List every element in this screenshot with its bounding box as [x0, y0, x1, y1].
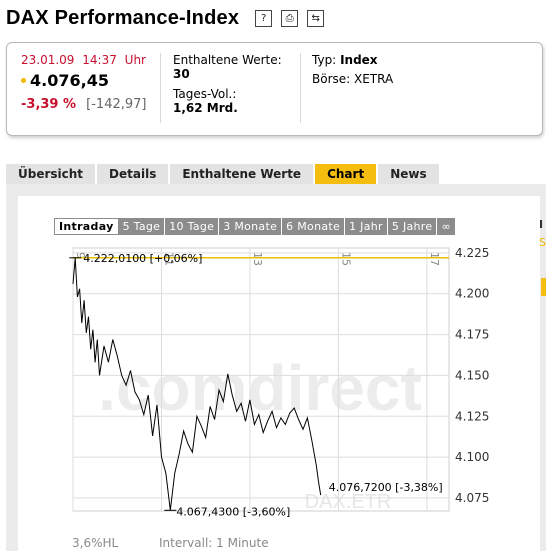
chart-zoom-label: 3,6%HL [72, 536, 119, 550]
y-tick-label: 4.150 [455, 368, 489, 382]
y-tick-label: 4.125 [455, 409, 489, 423]
x-tick-label: 13 [251, 252, 264, 266]
x-tick-label: 15 [339, 252, 352, 266]
high-annotation: 4.222,0100 [+0,06%] [83, 252, 202, 265]
y-tick-label: 4.075 [455, 491, 489, 505]
low-annotation: 4.067,4300 [-3,60%] [176, 505, 290, 518]
intraday-chart: .comdirect DAX.ETR 9 11 13 15 17 4.2254.2004… [69, 246, 489, 518]
chart-interval-label: Intervall: 1 Minute [159, 536, 269, 550]
last-annotation: 4.076,7200 [-3,38%] [329, 481, 443, 494]
comdirect-watermark: .comdirect [98, 352, 422, 424]
y-tick-label: 4.175 [455, 328, 489, 342]
y-tick-label: 4.200 [455, 287, 489, 301]
x-tick-label: 17 [428, 252, 441, 266]
y-tick-label: 4.100 [455, 450, 489, 464]
y-tick-label: 4.225 [455, 246, 489, 260]
y-tick-labels: 4.225 4.200 4.175 4.150 4.125 4.100 4.075 [455, 246, 489, 505]
symbol-watermark: DAX.ETR [305, 491, 392, 513]
